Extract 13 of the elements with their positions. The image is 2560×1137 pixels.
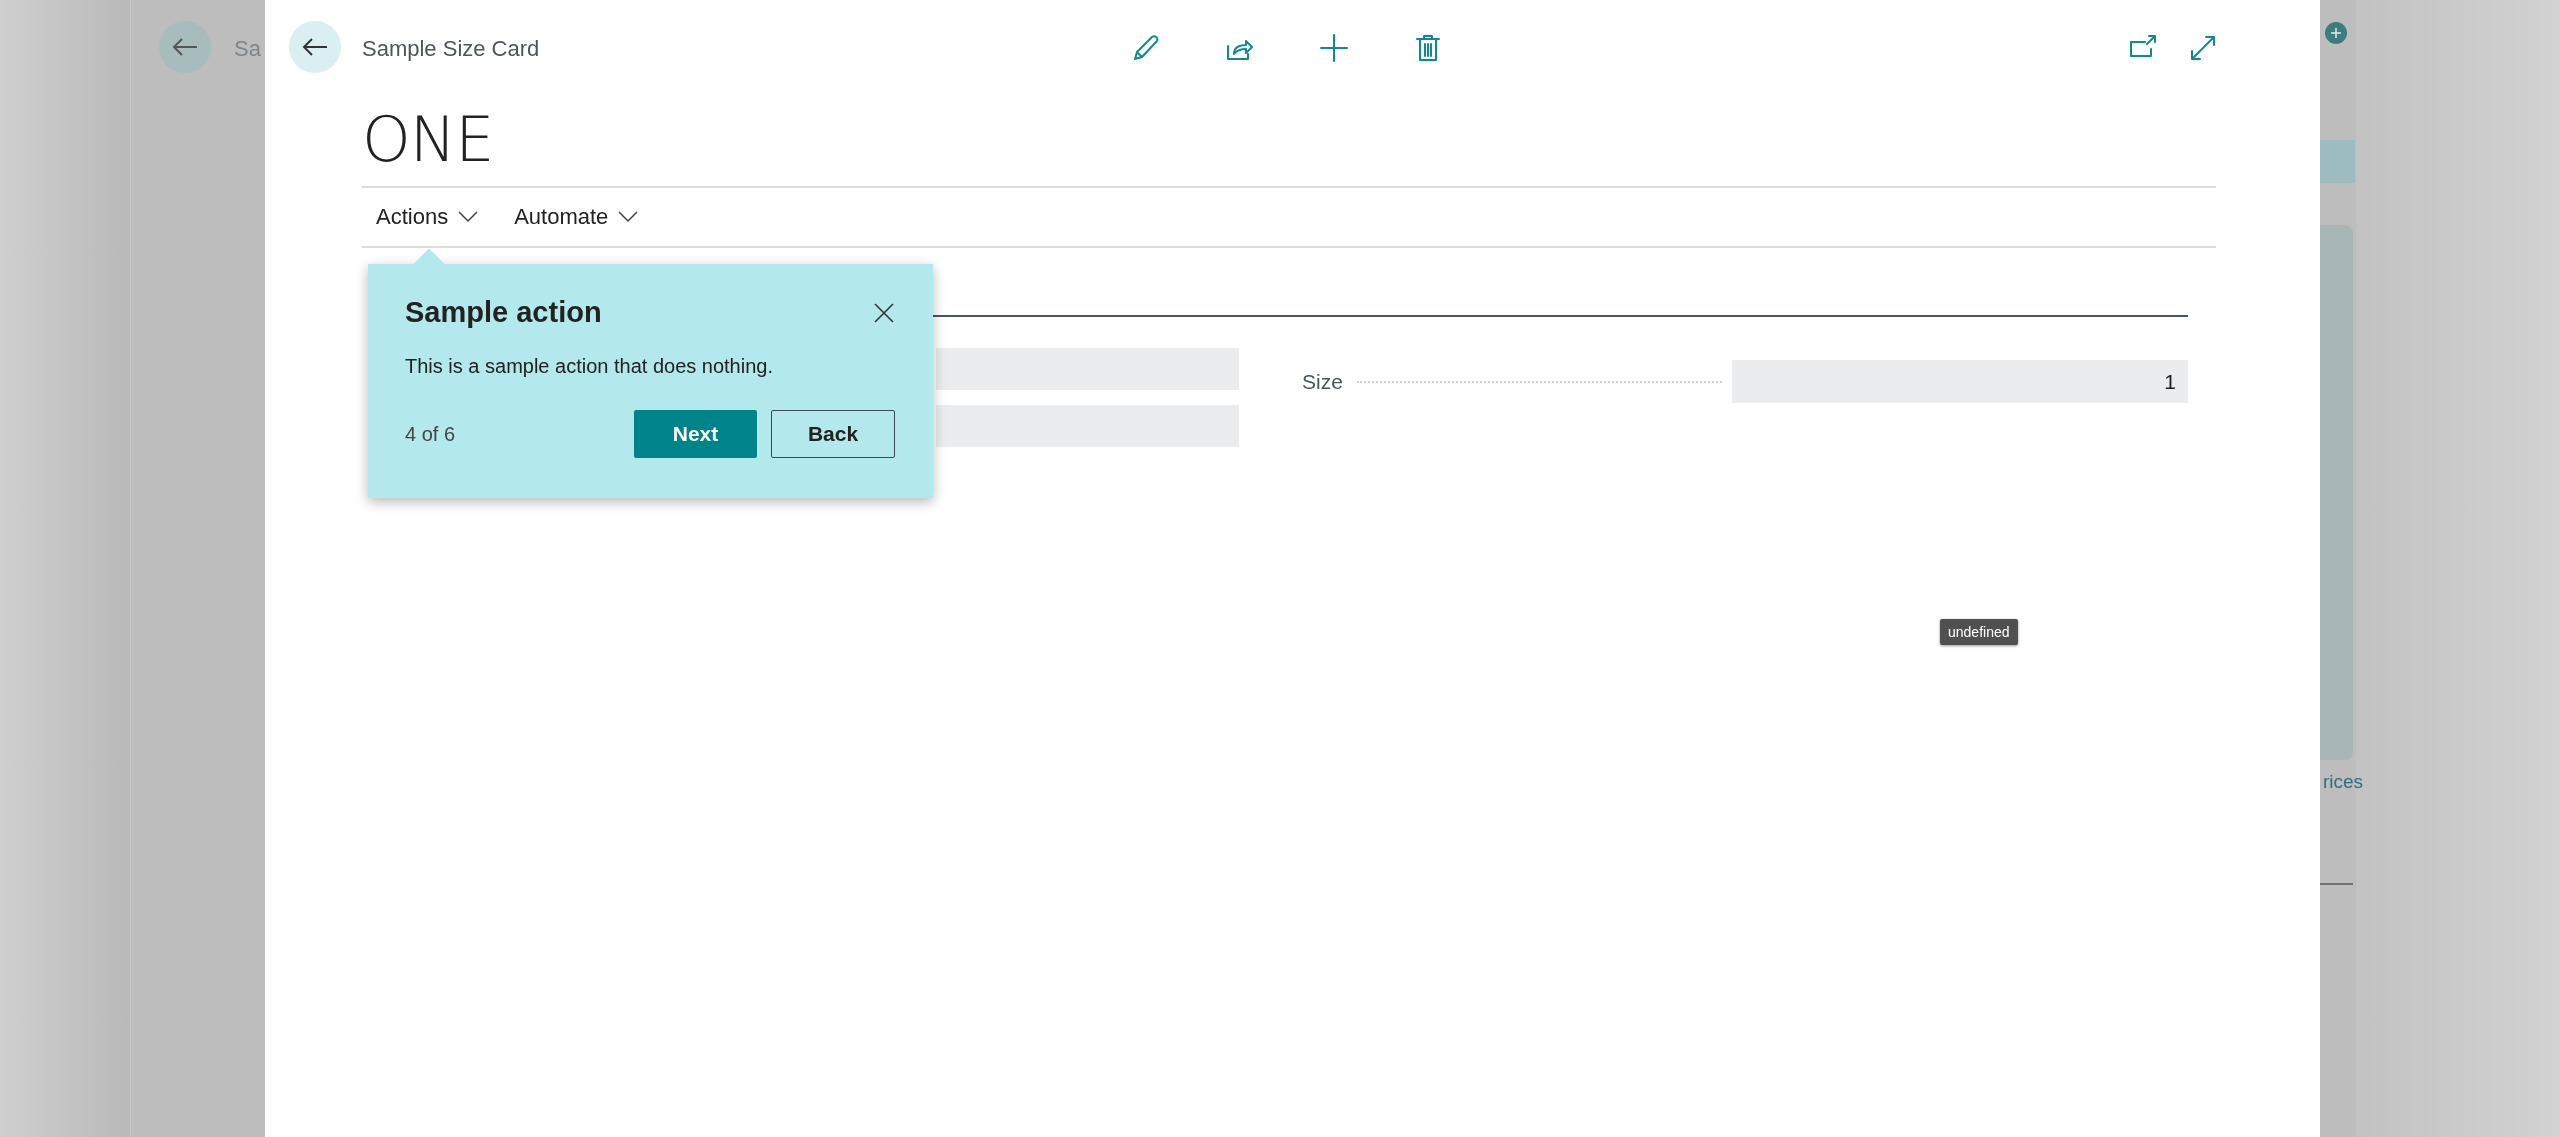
page-title: Sa bbox=[234, 36, 261, 62]
breadcrumb: Sample Size Card bbox=[362, 36, 540, 62]
tip-text: This is a sample action that does nothing. bbox=[405, 355, 774, 378]
action-menu[interactable]: Automate bbox=[514, 204, 639, 230]
next-button[interactable]: Next bbox=[634, 410, 757, 458]
tooltip: undefined bbox=[1940, 619, 2018, 645]
action-menu[interactable]: Actions bbox=[376, 204, 479, 230]
step-counter: 4 of 6 bbox=[405, 422, 457, 446]
tip-title: Sample action bbox=[405, 296, 602, 329]
input-field[interactable]: 1 bbox=[1732, 360, 2188, 403]
field-label: Size bbox=[1302, 369, 1343, 394]
back-button[interactable]: Back bbox=[771, 410, 895, 458]
record-title: ONE bbox=[362, 102, 495, 178]
